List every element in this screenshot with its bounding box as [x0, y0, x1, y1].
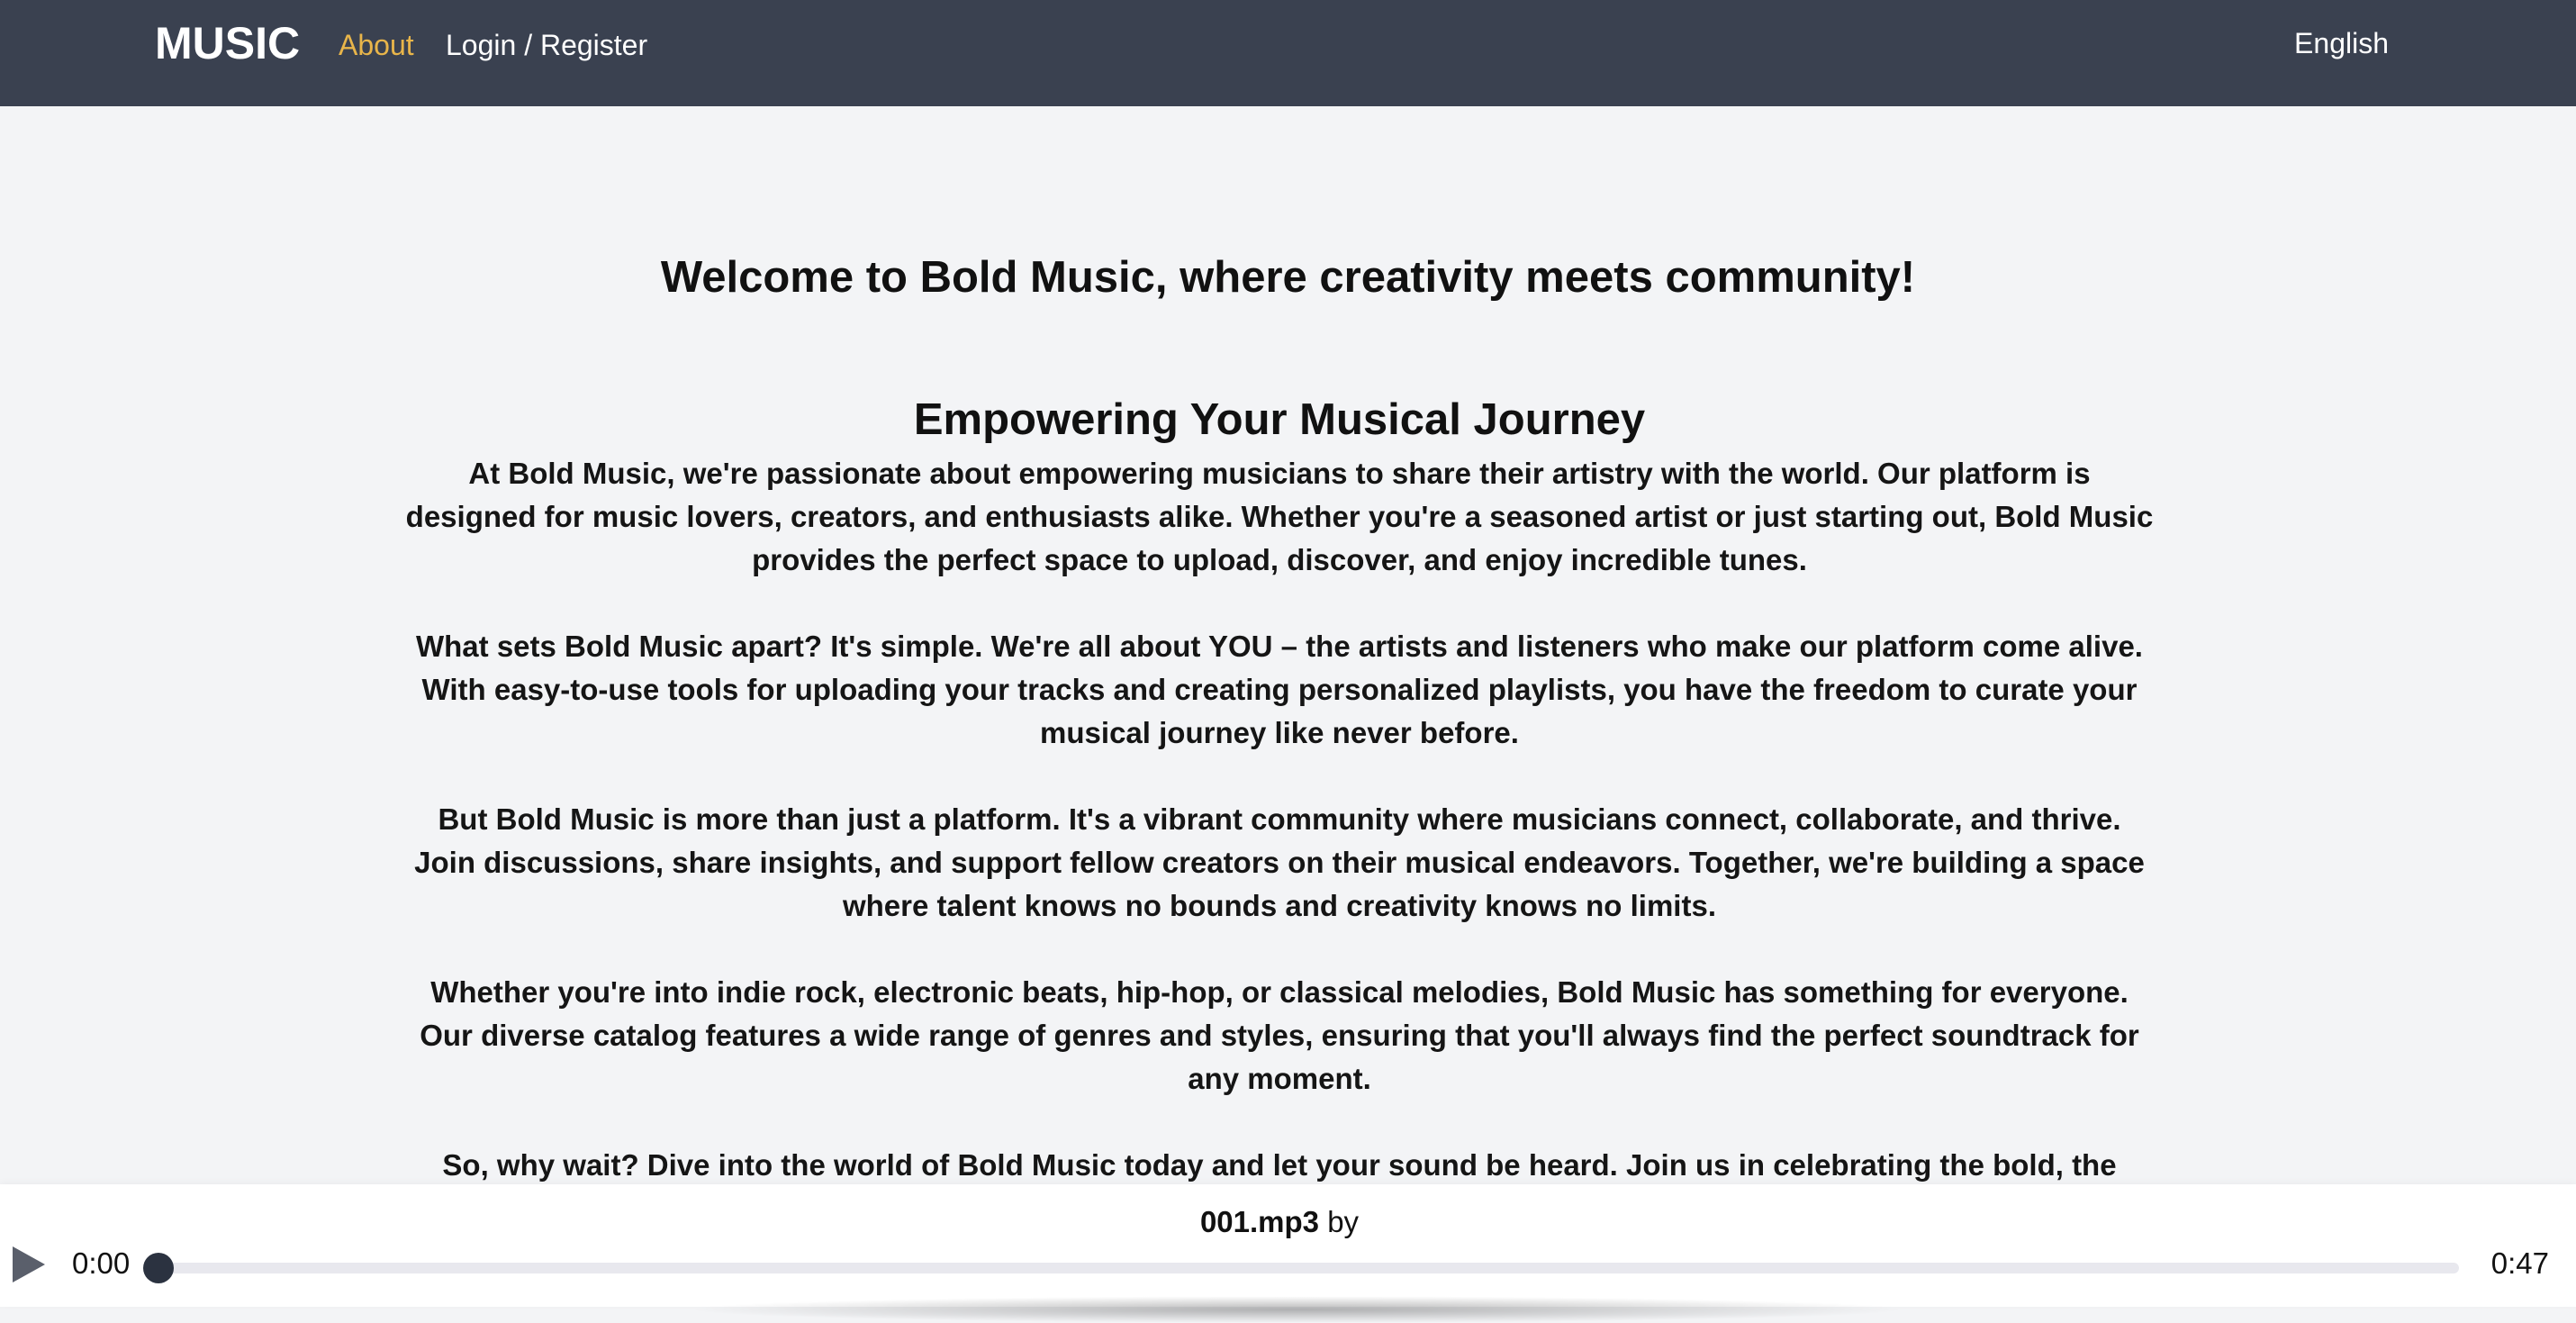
- total-time: 0:47: [2490, 1246, 2549, 1280]
- top-navbar: MUSIC About Login / Register English: [0, 0, 2576, 106]
- track-by-label: by: [1327, 1205, 1360, 1238]
- track-info: 001.mp3 by: [0, 1201, 2559, 1244]
- nav-link-login-register[interactable]: Login / Register: [446, 23, 647, 67]
- about-text: At Bold Music, we're passionate about em…: [405, 452, 2154, 1184]
- player-shadow: [684, 1296, 1909, 1323]
- paragraph-genres: Whether you're into indie rock, electron…: [420, 975, 2139, 1095]
- audio-player: 001.mp3 by 0:00 0:47: [0, 1184, 2576, 1323]
- play-icon[interactable]: [11, 1243, 47, 1286]
- welcome-title: Welcome to Bold Music, where creativity …: [660, 253, 1916, 302]
- language-selector[interactable]: English: [2294, 22, 2389, 65]
- paragraph-community: But Bold Music is more than just a platf…: [414, 802, 2145, 922]
- paragraph-intro: At Bold Music, we're passionate about em…: [405, 457, 2154, 576]
- nav-link-about[interactable]: About: [339, 23, 414, 67]
- section-title: Empowering Your Musical Journey: [913, 395, 1646, 444]
- brand-logo[interactable]: MUSIC: [155, 16, 300, 70]
- track-name: 001.mp3: [1199, 1205, 1320, 1238]
- paragraph-call-to-action: So, why wait? Dive into the world of Bol…: [442, 1148, 2117, 1182]
- paragraph-what-sets-apart: What sets Bold Music apart? It's simple.…: [416, 630, 2143, 749]
- main-content: Welcome to Bold Music, where creativity …: [0, 106, 2576, 1184]
- progress-bar[interactable]: [143, 1253, 2459, 1283]
- progress-knob[interactable]: [143, 1253, 174, 1283]
- current-time: 0:00: [72, 1246, 131, 1280]
